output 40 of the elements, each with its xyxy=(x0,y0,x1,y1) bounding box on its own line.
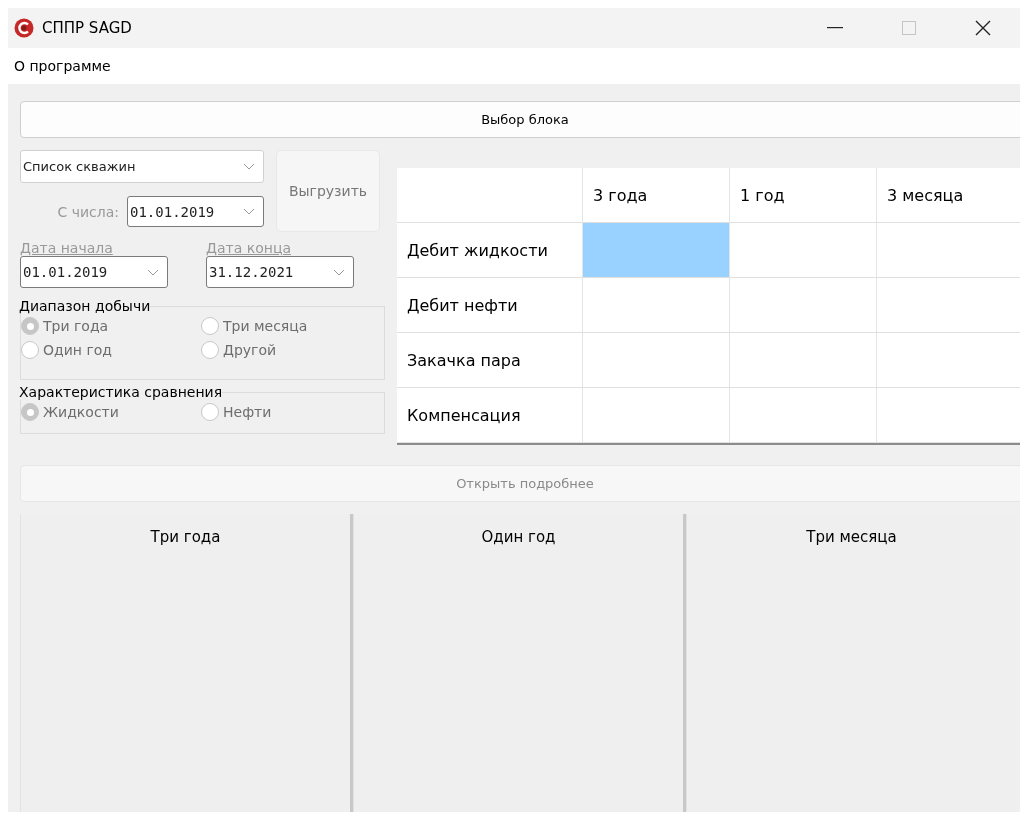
from-date-label: С числа: xyxy=(57,203,119,220)
chevron-down-icon xyxy=(333,268,345,276)
group-title: Диапазон добычи xyxy=(19,298,151,314)
radio-circle-icon xyxy=(201,403,219,421)
row-header: Закачка пара xyxy=(397,333,583,388)
table-cell[interactable] xyxy=(730,388,877,443)
column-header: 3 года xyxy=(583,168,730,223)
radio-circle-icon xyxy=(201,341,219,359)
row-header: Дебит нефти xyxy=(397,278,583,333)
table-cell[interactable] xyxy=(583,223,730,278)
panel-title: Один год xyxy=(481,528,556,548)
window-title: СППР SAGD xyxy=(42,19,133,37)
column-header: 1 год xyxy=(730,168,877,223)
start-date-label: Дата начала xyxy=(20,240,114,256)
group-title: Характеристика сравнения xyxy=(19,384,223,400)
radio-circle-icon xyxy=(21,317,39,335)
radio-circle-icon xyxy=(201,317,219,335)
radio-circle-icon xyxy=(21,403,39,421)
table-cell[interactable] xyxy=(583,278,730,333)
minimize-icon xyxy=(827,27,843,29)
table-cell[interactable] xyxy=(730,278,877,333)
radio-circle-icon xyxy=(21,341,39,359)
end-date-label: Дата конца xyxy=(206,240,292,256)
chevron-down-icon xyxy=(243,163,255,170)
well-list-dropdown[interactable]: Список скважин xyxy=(20,150,264,183)
select-block-button[interactable]: Выбор блока xyxy=(20,101,1020,138)
table-cell[interactable] xyxy=(730,333,877,388)
app-logo-icon xyxy=(14,18,34,38)
chevron-down-icon xyxy=(243,208,255,215)
row-header: Компенсация xyxy=(397,388,583,443)
table-cell[interactable] xyxy=(730,223,877,278)
menu-item[interactable]: О программе xyxy=(10,58,115,74)
chevron-down-icon xyxy=(147,268,159,276)
panel-title: Три месяца xyxy=(806,528,897,548)
maximize-icon xyxy=(902,21,916,35)
close-icon xyxy=(975,20,991,36)
panel-title: Три года xyxy=(150,528,221,548)
row-header: Дебит жидкости xyxy=(397,223,583,278)
table-cell[interactable] xyxy=(583,333,730,388)
table-cell[interactable] xyxy=(583,388,730,443)
